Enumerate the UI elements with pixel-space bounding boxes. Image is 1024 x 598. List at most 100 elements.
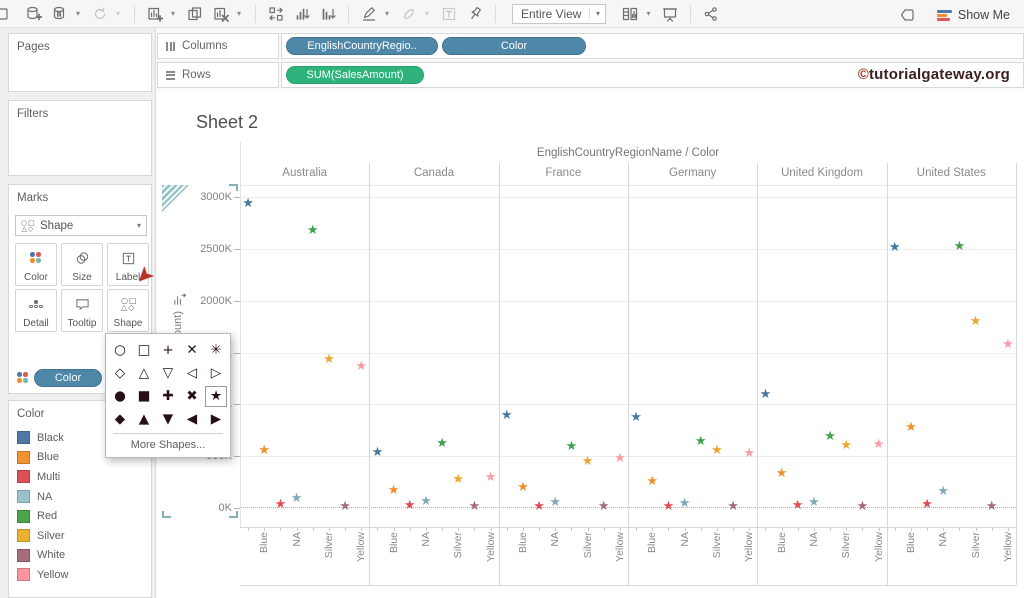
mark-star[interactable]: ★ xyxy=(533,500,545,513)
palette-shape-cell[interactable]: ▷ xyxy=(204,362,228,385)
mark-star[interactable]: ★ xyxy=(663,500,675,513)
column-header-france[interactable]: France xyxy=(499,167,628,179)
x-tick-label[interactable]: NA xyxy=(548,532,562,584)
mark-star[interactable]: ★ xyxy=(242,197,254,210)
x-tick-label[interactable]: Silver xyxy=(969,532,983,584)
mark-star[interactable]: ★ xyxy=(452,473,464,486)
palette-shape-cell[interactable]: ▽ xyxy=(156,362,180,385)
column-header-canada[interactable]: Canada xyxy=(369,167,498,179)
x-tick-label[interactable]: Blue xyxy=(904,532,918,584)
palette-shape-cell[interactable]: ◇ xyxy=(108,362,132,385)
mark-star[interactable]: ★ xyxy=(954,240,966,253)
palette-shape-cell[interactable]: ◁ xyxy=(180,362,204,385)
mark-star[interactable]: ★ xyxy=(598,500,610,513)
mark-star[interactable]: ★ xyxy=(517,481,529,494)
palette-shape-cell[interactable]: ▼ xyxy=(156,408,180,431)
x-tick-label[interactable]: Silver xyxy=(451,532,465,584)
mark-star[interactable]: ★ xyxy=(711,444,723,457)
x-tick-label[interactable]: Silver xyxy=(581,532,595,584)
x-tick-label[interactable]: Blue xyxy=(257,532,271,584)
palette-shape-cell[interactable]: ◀ xyxy=(180,408,204,431)
mark-star[interactable]: ★ xyxy=(760,388,772,401)
mark-star[interactable]: ★ xyxy=(469,500,481,513)
mark-star[interactable]: ★ xyxy=(792,499,804,512)
mark-star[interactable]: ★ xyxy=(840,439,852,452)
mark-star[interactable]: ★ xyxy=(937,485,949,498)
x-tick-label[interactable]: Yellow xyxy=(1001,532,1015,584)
mark-star[interactable]: ★ xyxy=(986,500,998,513)
mark-star[interactable]: ★ xyxy=(307,224,319,237)
x-tick-label[interactable]: Silver xyxy=(710,532,724,584)
mark-star[interactable]: ★ xyxy=(388,484,400,497)
palette-shape-cell[interactable]: ✚ xyxy=(156,385,180,408)
palette-shape-cell[interactable]: ▶ xyxy=(204,408,228,431)
mark-star[interactable]: ★ xyxy=(921,498,933,511)
mark-star[interactable]: ★ xyxy=(582,455,594,468)
x-tick-label[interactable]: Blue xyxy=(516,532,530,584)
mark-star[interactable]: ★ xyxy=(355,360,367,373)
mark-star[interactable]: ★ xyxy=(679,497,691,510)
palette-shape-cell[interactable]: ▲ xyxy=(132,408,156,431)
mark-star[interactable]: ★ xyxy=(436,437,448,450)
column-header-australia[interactable]: Australia xyxy=(240,167,369,179)
mark-star[interactable]: ★ xyxy=(339,500,351,513)
x-tick-label[interactable]: Blue xyxy=(387,532,401,584)
palette-shape-cell[interactable]: ■ xyxy=(132,385,156,408)
mark-star[interactable]: ★ xyxy=(776,467,788,480)
x-tick-label[interactable]: NA xyxy=(290,532,304,584)
mark-star[interactable]: ★ xyxy=(824,430,836,443)
mark-star[interactable]: ★ xyxy=(695,435,707,448)
mark-star[interactable]: ★ xyxy=(258,444,270,457)
column-header-united-kingdom[interactable]: United Kingdom xyxy=(757,167,886,179)
mark-star[interactable]: ★ xyxy=(372,446,384,459)
mark-star[interactable]: ★ xyxy=(501,409,513,422)
mark-star[interactable]: ★ xyxy=(485,471,497,484)
x-tick-label[interactable]: Blue xyxy=(645,532,659,584)
palette-shape-cell[interactable]: ◆ xyxy=(108,408,132,431)
column-header-germany[interactable]: Germany xyxy=(628,167,757,179)
palette-shape-cell[interactable]: △ xyxy=(132,362,156,385)
mark-star[interactable]: ★ xyxy=(614,452,626,465)
palette-shape-cell[interactable]: ✖ xyxy=(180,385,204,408)
palette-shape-cell[interactable]: □ xyxy=(132,339,156,362)
mark-star[interactable]: ★ xyxy=(889,241,901,254)
palette-shape-cell[interactable]: ★ xyxy=(204,385,228,408)
x-tick-label[interactable]: Silver xyxy=(839,532,853,584)
x-tick-label[interactable]: Yellow xyxy=(742,532,756,584)
x-tick-label[interactable]: NA xyxy=(807,532,821,584)
mark-star[interactable]: ★ xyxy=(727,500,739,513)
mark-star[interactable]: ★ xyxy=(808,496,820,509)
mark-star[interactable]: ★ xyxy=(323,353,335,366)
mark-star[interactable]: ★ xyxy=(420,495,432,508)
mark-star[interactable]: ★ xyxy=(291,492,303,505)
mark-star[interactable]: ★ xyxy=(549,496,561,509)
palette-shape-cell[interactable]: ✳ xyxy=(204,339,228,362)
x-tick-label[interactable]: Yellow xyxy=(354,532,368,584)
mark-star[interactable]: ★ xyxy=(905,421,917,434)
x-tick-label[interactable]: NA xyxy=(419,532,433,584)
mark-star[interactable]: ★ xyxy=(970,315,982,328)
x-tick-label[interactable]: Blue xyxy=(775,532,789,584)
palette-shape-cell[interactable]: + xyxy=(156,339,180,362)
x-tick-label[interactable]: Yellow xyxy=(613,532,627,584)
mark-star[interactable]: ★ xyxy=(1002,338,1014,351)
column-header-united-states[interactable]: United States xyxy=(887,167,1016,179)
mark-star[interactable]: ★ xyxy=(630,411,642,424)
mark-star[interactable]: ★ xyxy=(743,447,755,460)
x-tick-label[interactable]: Yellow xyxy=(484,532,498,584)
mark-star[interactable]: ★ xyxy=(404,499,416,512)
mark-star[interactable]: ★ xyxy=(566,440,578,453)
pane-divider xyxy=(628,163,629,585)
x-tick-label[interactable]: NA xyxy=(678,532,692,584)
mark-star[interactable]: ★ xyxy=(857,500,869,513)
mark-star[interactable]: ★ xyxy=(646,475,658,488)
mark-star[interactable]: ★ xyxy=(275,498,287,511)
palette-shape-cell[interactable]: ✕ xyxy=(180,339,204,362)
x-tick-label[interactable]: Yellow xyxy=(872,532,886,584)
more-shapes-button[interactable]: More Shapes... xyxy=(113,433,223,451)
palette-shape-cell[interactable]: ○ xyxy=(108,339,132,362)
x-tick-label[interactable]: Silver xyxy=(322,532,336,584)
x-tick-label[interactable]: NA xyxy=(936,532,950,584)
palette-shape-cell[interactable]: ● xyxy=(108,385,132,408)
mark-star[interactable]: ★ xyxy=(873,438,885,451)
